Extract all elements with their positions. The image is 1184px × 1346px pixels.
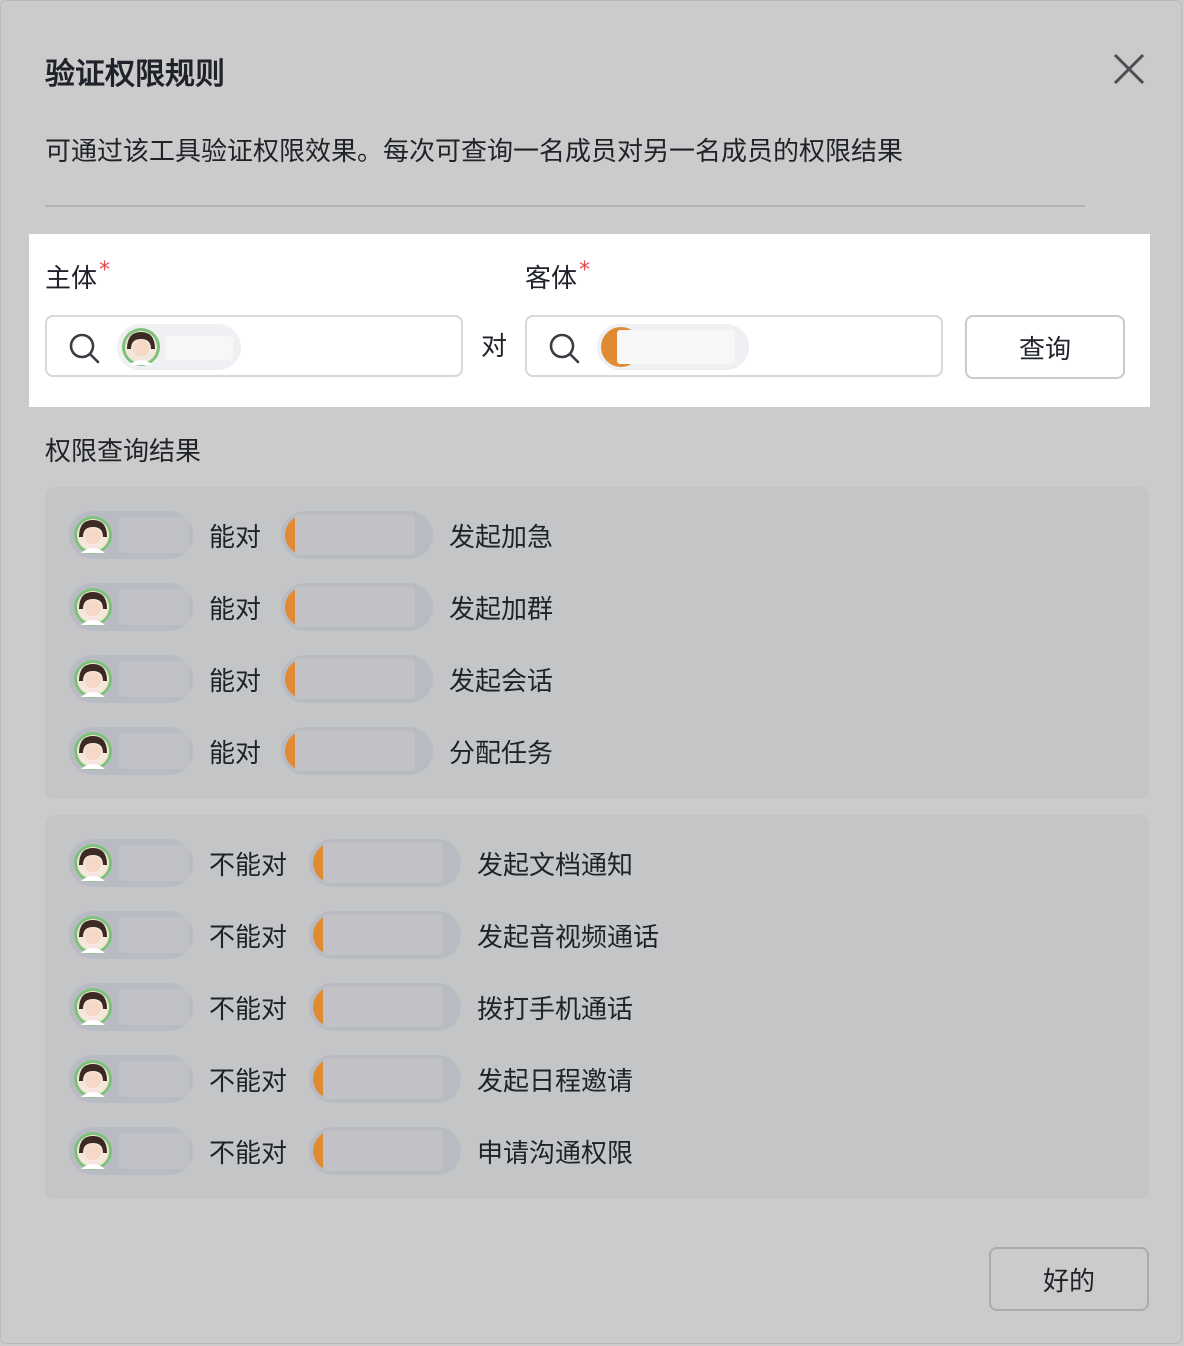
object-search-input[interactable] <box>525 315 943 377</box>
subject-chip[interactable] <box>69 511 193 559</box>
avatar <box>74 660 112 698</box>
subject-label: 主体* <box>45 258 111 294</box>
ok-button[interactable]: 好的 <box>989 1247 1149 1311</box>
avatar <box>122 328 160 366</box>
connector-text: 对 <box>481 332 508 362</box>
avatar <box>74 988 112 1026</box>
object-chip[interactable] <box>281 583 433 631</box>
redacted-name <box>323 843 443 883</box>
redacted-name <box>295 731 415 771</box>
object-user-chip[interactable] <box>597 324 749 370</box>
object-label: 客体* <box>525 258 591 294</box>
permission-verb: 能对 <box>209 739 262 769</box>
redacted-name <box>119 589 189 625</box>
subject-chip[interactable] <box>69 727 193 775</box>
redacted-name <box>119 517 189 553</box>
close-icon[interactable] <box>1109 49 1149 89</box>
denied-results: 不能对 发起文档通知 不能对 发起音视频通话 不能对 拨打手机通话 不能对 发起… <box>45 815 1149 1199</box>
subject-chip[interactable] <box>69 655 193 703</box>
permission-verb: 能对 <box>209 595 262 625</box>
redacted-name <box>165 336 233 360</box>
subject-chip[interactable] <box>69 983 193 1031</box>
redacted-name <box>617 330 735 364</box>
action-label: 发起日程邀请 <box>477 1067 634 1097</box>
object-chip[interactable] <box>309 1127 461 1175</box>
permission-verb: 不能对 <box>209 1067 288 1097</box>
redacted-name <box>119 917 189 953</box>
permission-verb: 能对 <box>209 667 262 697</box>
redacted-name <box>295 515 415 555</box>
permission-verb: 不能对 <box>209 923 288 953</box>
object-chip[interactable] <box>309 983 461 1031</box>
action-label: 申请沟通权限 <box>477 1139 634 1169</box>
subject-user-chip[interactable] <box>117 324 241 370</box>
avatar <box>74 732 112 770</box>
permission-verb: 不能对 <box>209 995 288 1025</box>
action-label: 发起文档通知 <box>477 851 634 881</box>
permission-verb: 不能对 <box>209 851 288 881</box>
allowed-results: 能对 发起加急 能对 发起加群 能对 发起会话 能对 分配任务 <box>45 487 1149 799</box>
action-label: 发起会话 <box>449 667 554 697</box>
redacted-name <box>119 1133 189 1169</box>
dialog-description: 可通过该工具验证权限效果。每次可查询一名成员对另一名成员的权限结果 <box>45 137 904 167</box>
query-button[interactable]: 查询 <box>965 315 1125 379</box>
action-label: 发起加群 <box>449 595 554 625</box>
permission-dialog: 验证权限规则 可通过该工具验证权限效果。每次可查询一名成员对另一名成员的权限结果… <box>0 0 1182 1344</box>
redacted-name <box>119 845 189 881</box>
avatar <box>74 1060 112 1098</box>
redacted-name <box>119 661 189 697</box>
object-chip[interactable] <box>309 911 461 959</box>
object-chip[interactable] <box>281 511 433 559</box>
subject-chip[interactable] <box>69 1127 193 1175</box>
redacted-name <box>295 587 415 627</box>
object-chip[interactable] <box>281 655 433 703</box>
redacted-name <box>119 989 189 1025</box>
permission-verb: 能对 <box>209 523 262 553</box>
object-chip[interactable] <box>309 1055 461 1103</box>
results-title: 权限查询结果 <box>45 437 202 467</box>
object-chip[interactable] <box>309 839 461 887</box>
subject-chip[interactable] <box>69 839 193 887</box>
subject-chip[interactable] <box>69 911 193 959</box>
subject-chip[interactable] <box>69 583 193 631</box>
redacted-name <box>323 987 443 1027</box>
action-label: 发起加急 <box>449 523 554 553</box>
redacted-name <box>323 1059 443 1099</box>
query-form: 主体* 客体* 对 查询 <box>29 234 1150 407</box>
avatar <box>74 516 112 554</box>
action-label: 发起音视频通话 <box>477 923 660 953</box>
subject-chip[interactable] <box>69 1055 193 1103</box>
redacted-name <box>323 915 443 955</box>
redacted-name <box>119 733 189 769</box>
permission-verb: 不能对 <box>209 1139 288 1169</box>
avatar <box>74 1132 112 1170</box>
avatar <box>74 916 112 954</box>
required-mark: * <box>99 258 111 283</box>
redacted-name <box>295 659 415 699</box>
avatar <box>74 588 112 626</box>
search-icon <box>549 333 580 364</box>
action-label: 拨打手机通话 <box>477 995 634 1025</box>
dialog-title: 验证权限规则 <box>45 57 225 92</box>
subject-search-input[interactable] <box>45 315 463 377</box>
redacted-name <box>119 1061 189 1097</box>
avatar <box>74 844 112 882</box>
object-chip[interactable] <box>281 727 433 775</box>
action-label: 分配任务 <box>449 739 554 769</box>
redacted-name <box>323 1131 443 1171</box>
search-icon <box>69 333 100 364</box>
divider <box>45 205 1085 207</box>
required-mark: * <box>579 258 591 283</box>
